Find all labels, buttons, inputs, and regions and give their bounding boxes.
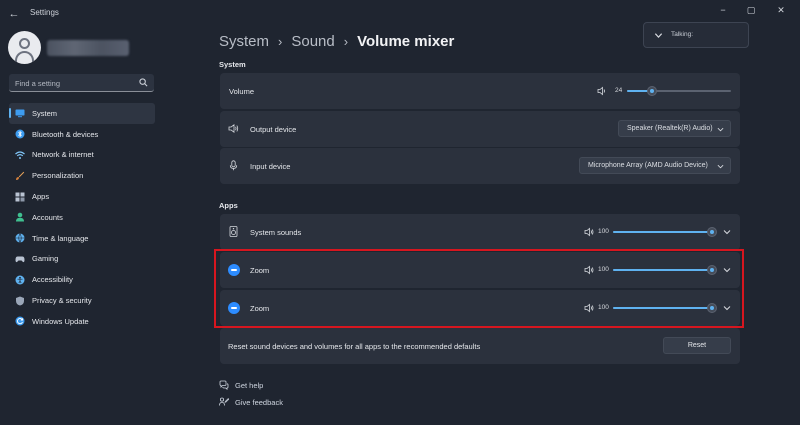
brush-icon [16,171,25,180]
sidebar-item-network[interactable]: Network & internet [9,145,155,166]
person-icon [19,38,30,49]
microphone-icon [229,160,238,171]
input-device-dropdown[interactable]: Microphone Array (AMD Audio Device) [579,157,731,174]
app-volume-slider[interactable] [613,227,717,237]
bluetooth-icon [15,129,25,139]
chevron-right-icon: › [278,33,283,49]
search-input[interactable] [15,77,133,89]
help-icon [219,380,229,390]
apps-section-heading: Apps [219,201,238,210]
sidebar-item-label: Accessibility [32,275,73,285]
sidebar-item-label: Network & internet [32,150,94,160]
system-sounds-icon [229,226,238,237]
reset-button[interactable]: Reset [663,337,731,354]
shield-icon [16,296,24,306]
avatar[interactable] [8,31,41,64]
sidebar-item-label: Privacy & security [32,296,92,306]
chevron-right-icon: › [343,33,349,49]
sidebar-item-system[interactable]: System [9,103,155,124]
maximize-button[interactable]: ▢ [740,3,762,17]
get-help-text[interactable]: Get help [235,381,263,390]
reset-card: Reset sound devices and volumes for all … [220,328,740,364]
sidebar-item-personalization[interactable]: Personalization [9,165,155,186]
volume-slider[interactable] [627,86,731,96]
chevron-down-icon [654,33,663,38]
output-device-selected: Speaker (Realtek(R) Audio) [627,125,713,132]
talking-label: Talking: [671,31,694,38]
page-title: Volume mixer [357,32,455,50]
window-title: Settings [30,8,59,17]
chevron-down-icon [717,164,724,169]
chevron-down-icon [717,127,724,132]
sidebar-item-label: Apps [32,192,50,202]
person-icon [16,213,24,222]
chevron-down-icon[interactable] [723,228,731,236]
input-device-selected: Microphone Array (AMD Audio Device) [588,162,708,169]
search-box[interactable] [9,74,154,92]
slider-thumb[interactable] [707,227,717,237]
give-feedback-link[interactable]: Give feedback [219,396,283,408]
sidebar-item-label: Gaming [32,254,59,264]
system-icon [15,109,25,118]
sidebar-item-accessibility[interactable]: Accessibility [9,269,155,290]
speaker-icon [228,123,239,134]
back-arrow-icon[interactable]: ← [6,6,22,22]
apps-icon [15,192,25,202]
sidebar-item-windows-update[interactable]: Windows Update [9,311,155,332]
give-feedback-text[interactable]: Give feedback [235,398,283,407]
sidebar-item-bluetooth[interactable]: Bluetooth & devices [9,124,155,145]
breadcrumb-sound[interactable]: Sound [291,33,334,50]
volume-card: Volume 24 [220,73,740,109]
breadcrumb-system[interactable]: System [219,33,269,50]
app-volume-value: 100 [598,228,609,235]
volume-label: Volume [229,87,255,96]
sidebar-item-time-language[interactable]: Time & language [9,228,155,249]
sidebar-item-label: Time & language [32,233,89,243]
output-device-dropdown[interactable]: Speaker (Realtek(R) Audio) [618,120,731,137]
app-row-system-sounds: System sounds 100 [220,214,740,250]
output-device-card: Output device Speaker (Realtek(R) Audio) [220,111,740,147]
system-section-heading: System [219,60,246,69]
sidebar-item-accounts[interactable]: Accounts [9,207,155,228]
wifi-icon [15,151,25,159]
highlight-box [214,249,744,328]
feedback-icon [219,397,229,406]
input-device-label: Input device [250,162,291,171]
sidebar-item-apps[interactable]: Apps [9,186,155,207]
search-icon[interactable] [139,78,148,87]
reset-description: Reset sound devices and volumes for all … [228,342,481,351]
get-help-link[interactable]: Get help [219,379,263,391]
slider-fill [613,231,712,233]
sidebar-item-gaming[interactable]: Gaming [9,249,155,270]
talking-indicator[interactable]: Talking: [643,22,749,48]
output-device-label: Output device [250,125,297,134]
speaker-icon[interactable] [597,86,607,96]
sidebar-item-label: Accounts [32,212,63,222]
sidebar-item-label: System [32,108,58,118]
slider-thumb[interactable] [646,86,657,96]
refresh-icon [15,316,25,326]
sidebar-item-label: Personalization [32,171,84,181]
breadcrumb: System › Sound › Volume mixer [219,30,454,52]
volume-value: 24 [615,87,623,94]
sidebar-item-label: Windows Update [32,316,89,326]
close-button[interactable]: ✕ [770,3,792,17]
speaker-icon[interactable] [584,227,594,237]
input-device-card: Input device Microphone Array (AMD Audio… [220,148,740,184]
accessibility-icon [15,275,25,285]
app-name: System sounds [250,228,302,237]
sidebar-item-privacy-security[interactable]: Privacy & security [9,290,155,311]
minimize-button[interactable]: − [712,3,734,17]
sidebar-nav: System Bluetooth & devices Network & int… [9,103,155,332]
user-name-redacted [47,40,129,56]
sidebar-item-label: Bluetooth & devices [32,129,99,139]
gamepad-icon [15,256,25,263]
globe-clock-icon [15,233,25,243]
